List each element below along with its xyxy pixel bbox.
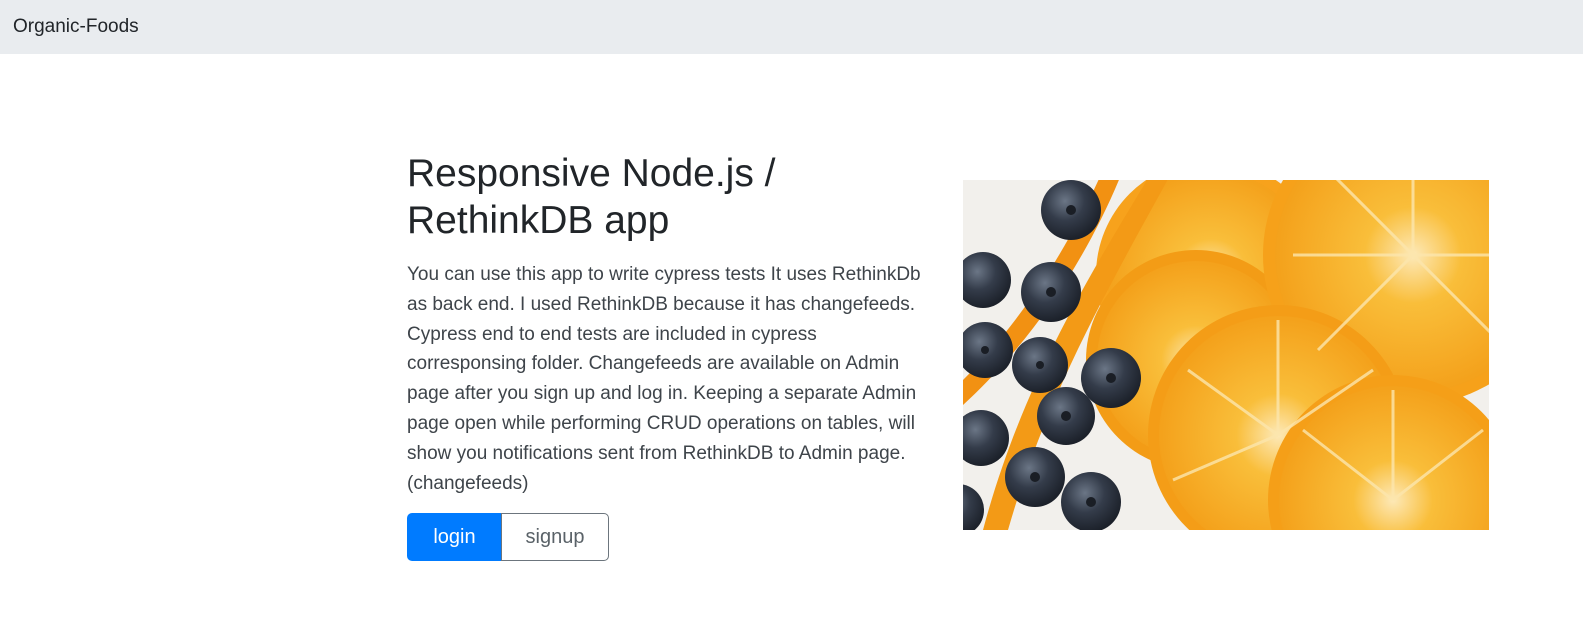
- auth-button-group: login signup: [407, 513, 609, 561]
- brand-link[interactable]: Organic-Foods: [13, 16, 139, 38]
- navbar: Organic-Foods: [0, 0, 1583, 54]
- signup-button[interactable]: signup: [501, 513, 609, 561]
- hero-image-oranges-blueberries: [963, 180, 1489, 530]
- login-button[interactable]: login: [407, 513, 502, 561]
- hero-description: You can use this app to write cypress te…: [407, 264, 921, 494]
- page-title: Responsive Node.js / RethinkDB app: [407, 152, 776, 242]
- hero-content: Responsive Node.js / RethinkDB app You c…: [407, 150, 947, 498]
